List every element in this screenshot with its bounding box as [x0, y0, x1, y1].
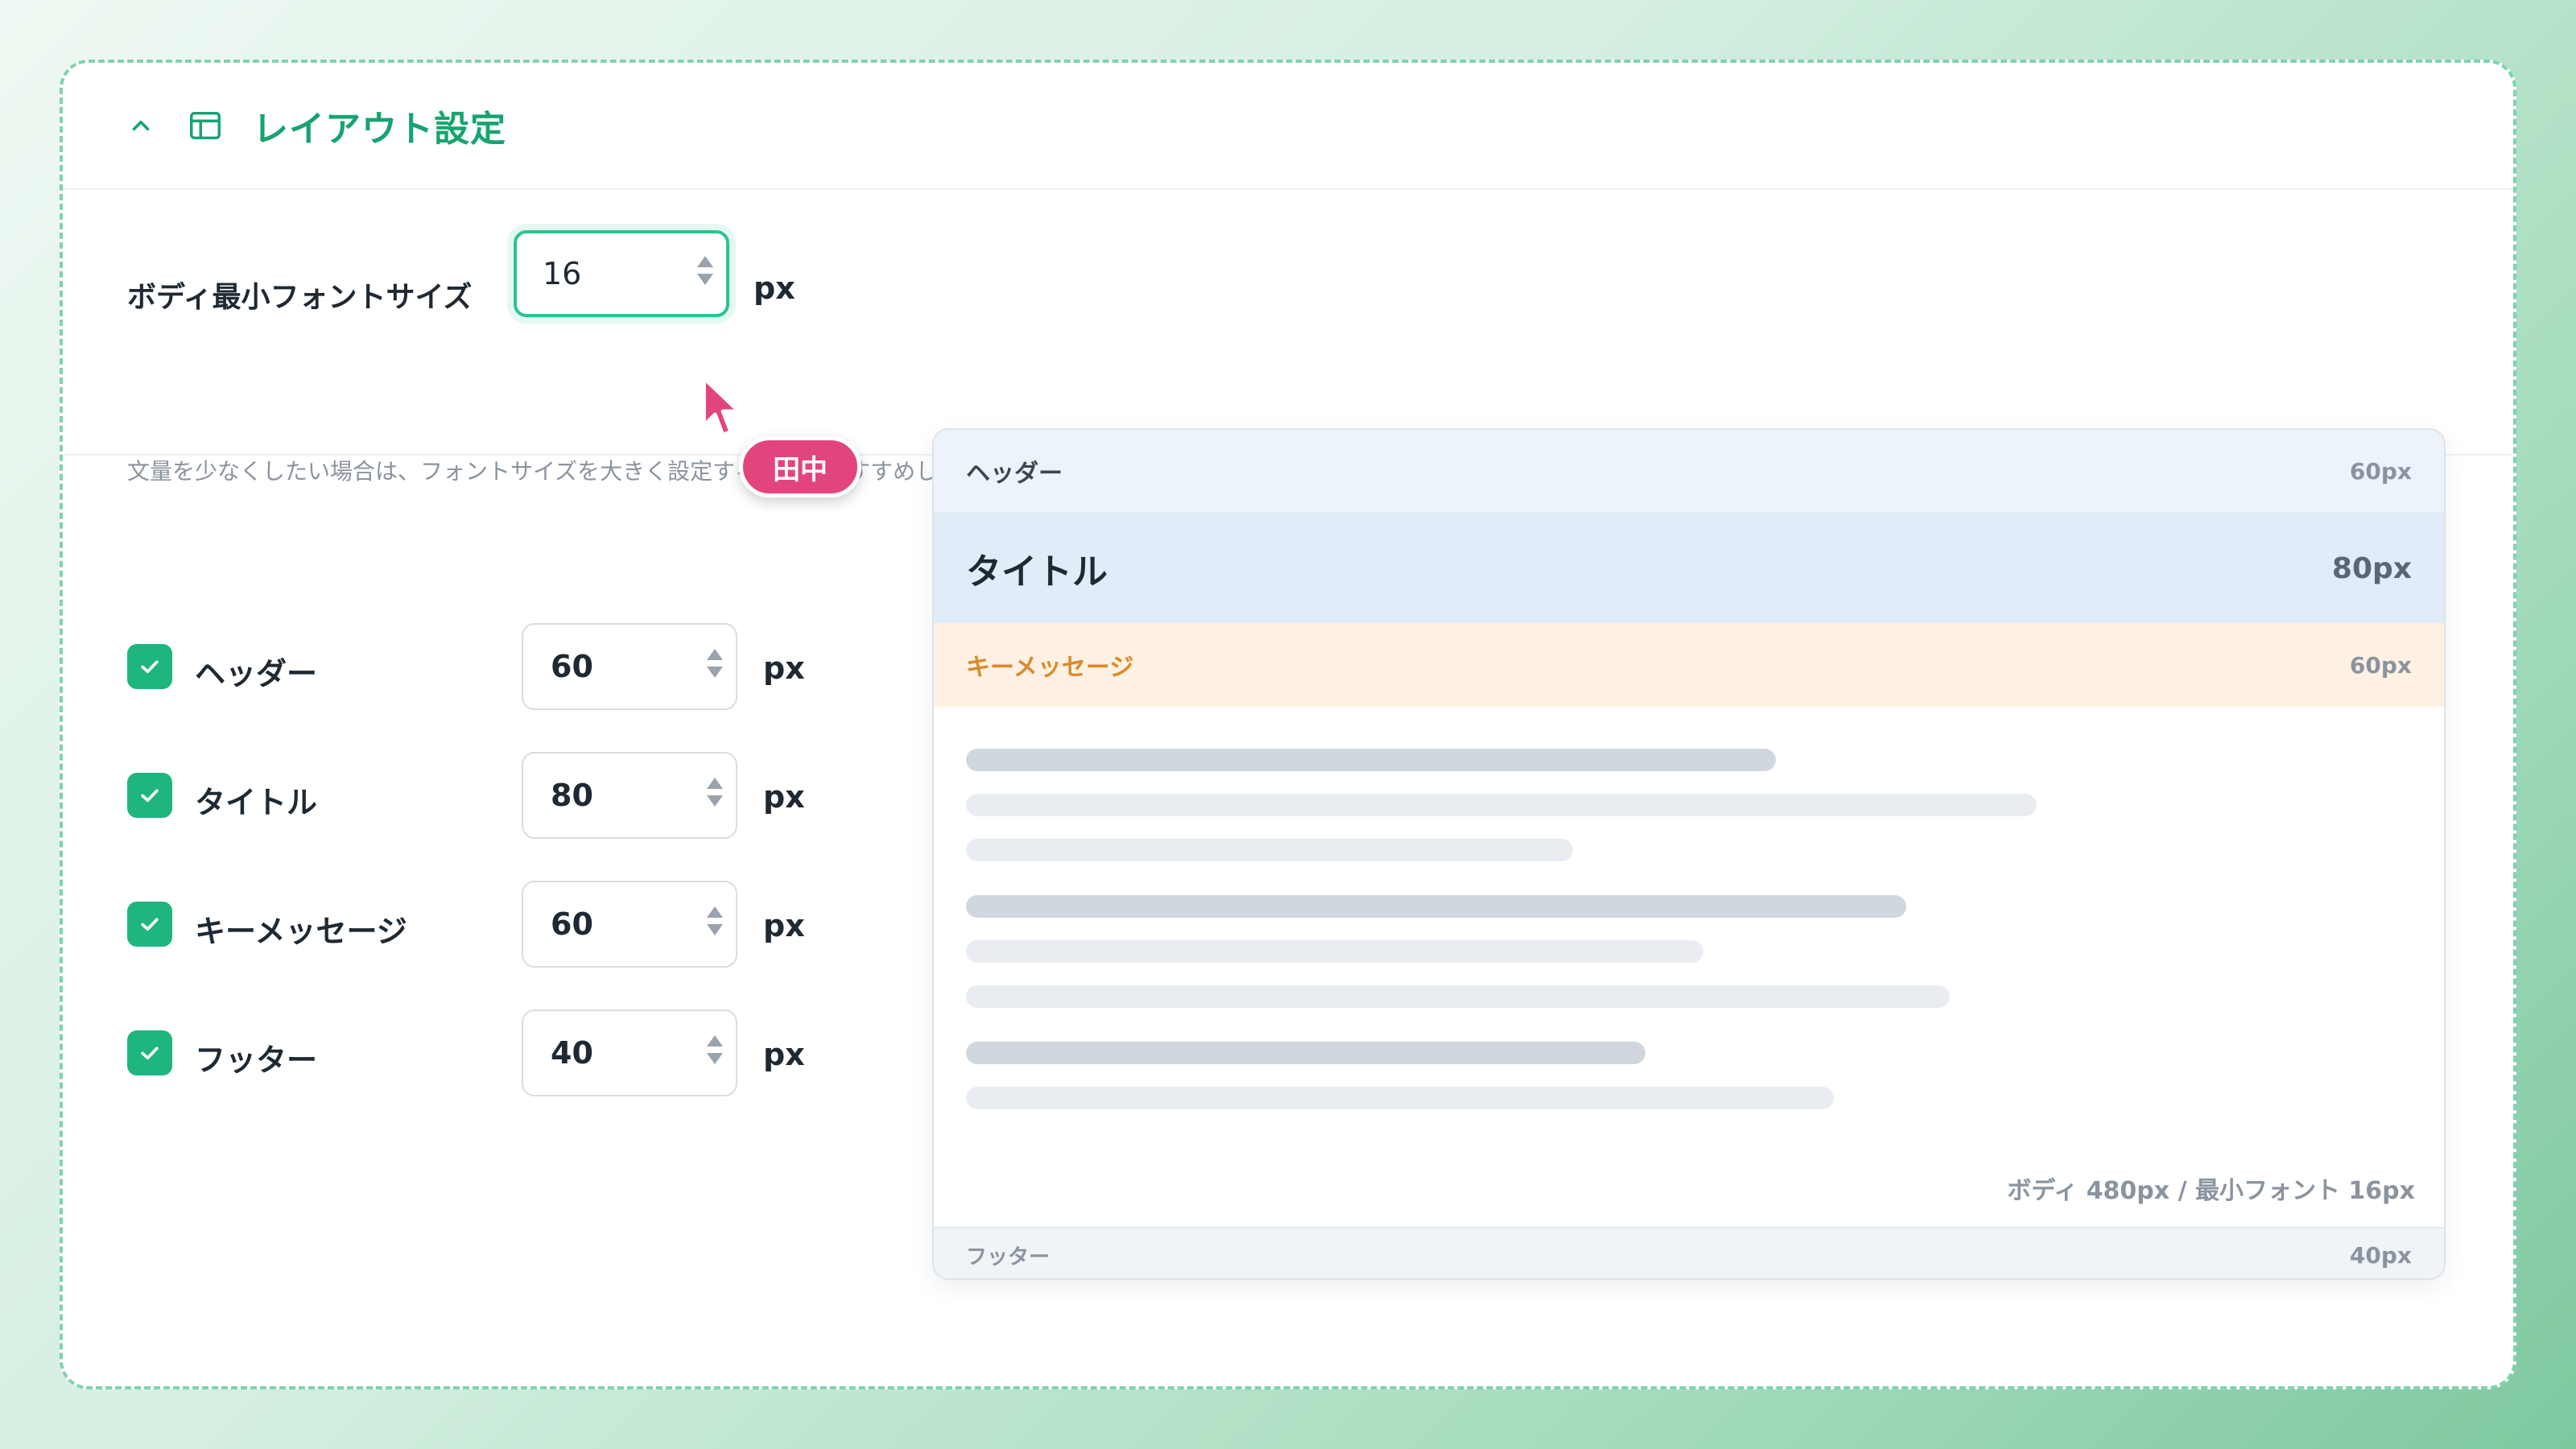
preview-header-label: ヘッダー [966, 460, 1063, 488]
stepper-up-icon[interactable] [707, 649, 723, 660]
layout-settings-panel: レイアウト設定 ボディ最小フォントサイズ 16 px 文量を少なくしたい場合は、… [60, 60, 2516, 1389]
preview-title-size: 80px [2331, 551, 2412, 585]
stepper-down-icon[interactable] [707, 667, 723, 678]
mouse-pointer-icon [702, 376, 741, 437]
stepper-down-icon[interactable] [697, 274, 713, 285]
body-placeholder-line [966, 895, 1906, 918]
preview-key-message-size: 60px [2349, 651, 2412, 679]
check-icon [141, 789, 159, 803]
layout-icon [190, 111, 221, 140]
footer-size-value: 40 [551, 1035, 593, 1071]
preview-title: タイトル 80px [934, 514, 2444, 623]
section-row-header: ヘッダー 60 px [127, 623, 852, 710]
collaborator-tag: 田中 [739, 436, 861, 497]
body-placeholder-line [966, 794, 2037, 816]
header-size-value: 60 [551, 649, 593, 684]
header-size-input[interactable]: 60 [522, 623, 737, 710]
stepper-up-icon[interactable] [707, 906, 723, 918]
title-size-input[interactable]: 80 [522, 752, 737, 839]
stepper-up-icon[interactable] [707, 1035, 723, 1046]
footer-checkbox[interactable] [127, 1030, 172, 1075]
check-icon [141, 918, 159, 931]
stepper-down-icon[interactable] [707, 795, 723, 807]
title-label: タイトル [195, 785, 318, 820]
title-size-stepper[interactable] [707, 778, 723, 813]
key-message-unit: px [763, 908, 805, 943]
footer-label: フッター [195, 1042, 318, 1078]
body-placeholder-line [966, 1087, 1834, 1109]
chevron-up-icon[interactable] [127, 112, 155, 139]
header-size-stepper[interactable] [707, 649, 723, 684]
section-row-key-message: キーメッセージ 60 px [127, 881, 852, 968]
body-font-value: 16 [543, 256, 582, 291]
body-placeholder-line [966, 985, 1950, 1008]
layout-preview: ヘッダー 60px タイトル 80px キーメッセージ 60px ボディ 480… [932, 428, 2446, 1280]
preview-header: ヘッダー 60px [934, 430, 2444, 514]
body-placeholder-line [966, 749, 1776, 771]
key-message-label: キーメッセージ [195, 914, 407, 949]
preview-key-message-label: キーメッセージ [966, 654, 1134, 682]
footer-size-input[interactable]: 40 [522, 1009, 737, 1096]
footer-size-stepper[interactable] [707, 1035, 723, 1071]
header-unit: px [763, 650, 805, 686]
stepper-up-icon[interactable] [697, 256, 713, 267]
preview-title-label: タイトル [966, 551, 1108, 592]
body-font-input[interactable]: 16 [514, 230, 729, 317]
check-icon [141, 660, 159, 674]
check-icon [141, 1046, 159, 1060]
body-placeholder-line [966, 1042, 1645, 1064]
preview-body: ボディ 480px / 最小フォント 16px [934, 707, 2444, 1227]
stepper-down-icon[interactable] [707, 924, 723, 935]
preview-footer: フッター 40px [934, 1227, 2444, 1278]
preview-header-size: 60px [2349, 457, 2412, 485]
header-label: ヘッダー [195, 656, 318, 691]
preview-key-message: キーメッセージ 60px [934, 623, 2444, 707]
body-placeholder-line [966, 839, 1573, 861]
section-row-footer: フッター 40 px [127, 1009, 852, 1096]
footer-unit: px [763, 1037, 805, 1072]
title-size-value: 80 [551, 778, 593, 813]
preview-footer-size: 40px [2349, 1241, 2412, 1269]
title-checkbox[interactable] [127, 773, 172, 818]
title-unit: px [763, 779, 805, 815]
section-row-title: タイトル 80 px [127, 752, 852, 839]
key-message-size-input[interactable]: 60 [522, 881, 737, 968]
body-font-stepper[interactable] [697, 256, 713, 291]
header-checkbox[interactable] [127, 644, 172, 689]
body-font-unit: px [753, 270, 795, 306]
stepper-up-icon[interactable] [707, 778, 723, 789]
preview-body-caption: ボディ 480px / 最小フォント 16px [2007, 1177, 2415, 1205]
body-font-hint: 文量を少なくしたい場合は、フォントサイズを大きく設定することをおすすめします。 [127, 458, 1004, 485]
key-message-size-value: 60 [551, 906, 593, 942]
key-message-size-stepper[interactable] [707, 906, 723, 942]
body-font-section: ボディ最小フォントサイズ 16 px 文量を少なくしたい場合は、フォントサイズを… [63, 190, 2513, 497]
body-font-label: ボディ最小フォントサイズ [127, 281, 473, 314]
body-placeholder-line [966, 940, 1703, 963]
key-message-checkbox[interactable] [127, 902, 172, 947]
panel-header[interactable]: レイアウト設定 [63, 63, 2513, 190]
preview-footer-label: フッター [966, 1245, 1051, 1269]
stepper-down-icon[interactable] [707, 1053, 723, 1064]
panel-title: レイアウト設定 [253, 109, 506, 150]
